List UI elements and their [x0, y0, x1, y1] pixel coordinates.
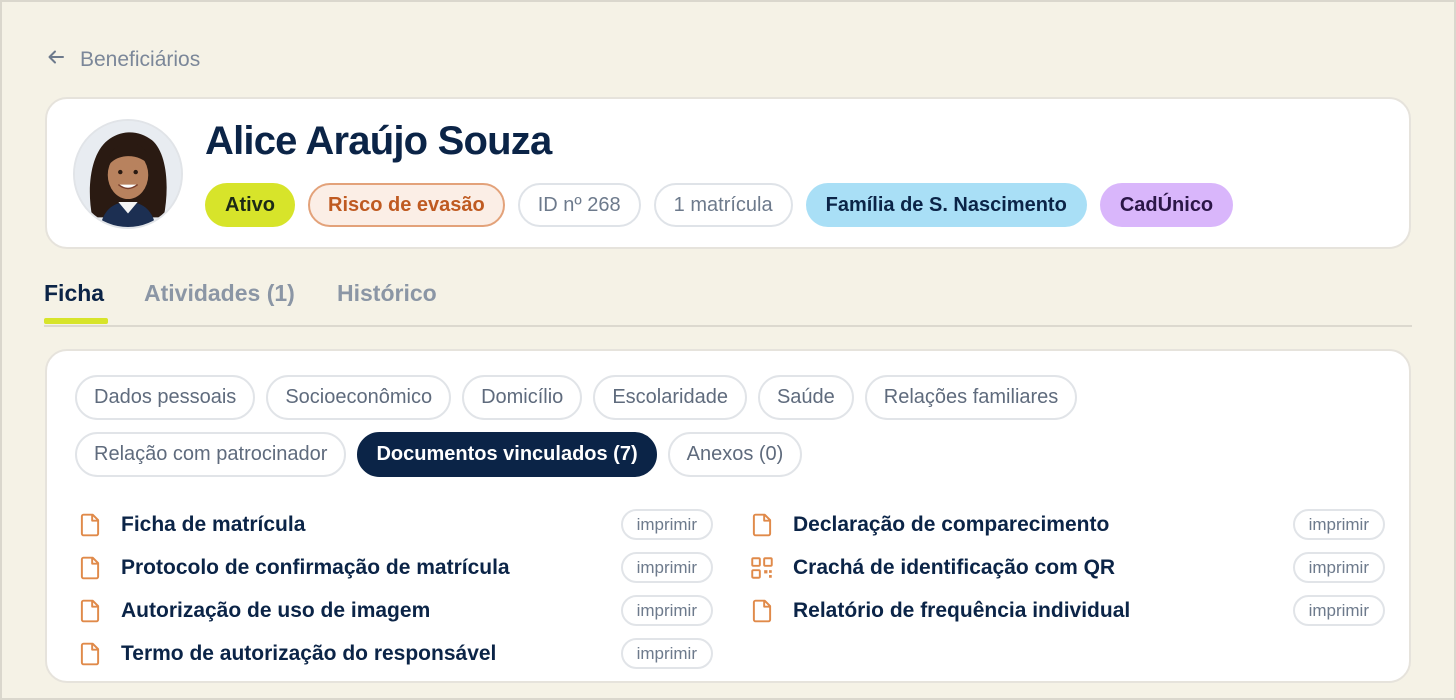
- qr-code-icon: [749, 555, 775, 581]
- document-icon: [749, 512, 775, 538]
- document-icon: [749, 598, 775, 624]
- document-title[interactable]: Ficha de matrícula: [121, 513, 305, 537]
- document-title[interactable]: Declaração de comparecimento: [793, 513, 1109, 537]
- document-row: Autorização de uso de imagem imprimir: [77, 589, 713, 632]
- print-button[interactable]: imprimir: [1292, 595, 1385, 626]
- back-link[interactable]: Beneficiários: [46, 46, 200, 74]
- document-icon: [77, 555, 103, 581]
- risk-badge: Risco de evasão: [308, 183, 505, 227]
- tab-atividades[interactable]: Atividades (1): [144, 280, 295, 307]
- document-icon: [77, 598, 103, 624]
- document-row: Relatório de frequência individual impri…: [749, 589, 1385, 632]
- active-tab-indicator: [44, 318, 108, 324]
- document-icon: [77, 641, 103, 667]
- print-button[interactable]: imprimir: [620, 509, 713, 540]
- family-badge[interactable]: Família de S. Nascimento: [805, 183, 1087, 227]
- section-tabs: Dados pessoais Socioeconômico Domicílio …: [75, 375, 1175, 477]
- print-button[interactable]: imprimir: [1292, 552, 1385, 583]
- document-title[interactable]: Relatório de frequência individual: [793, 599, 1130, 623]
- back-link-label: Beneficiários: [80, 48, 201, 71]
- id-badge: ID nº 268: [517, 183, 641, 227]
- document-title[interactable]: Crachá de identificação com QR: [793, 556, 1115, 580]
- beneficiary-name: Alice Araújo Souza: [205, 119, 552, 163]
- document-title[interactable]: Autorização de uso de imagem: [121, 599, 430, 623]
- subtab-relacao-patrocinador[interactable]: Relação com patrocinador: [75, 432, 347, 477]
- profile-card: Alice Araújo Souza Ativo Risco de evasão…: [45, 97, 1411, 249]
- avatar: [73, 119, 183, 229]
- ficha-panel: Dados pessoais Socioeconômico Domicílio …: [45, 349, 1411, 683]
- enrollment-count-badge: 1 matrícula: [653, 183, 793, 227]
- print-button[interactable]: imprimir: [620, 552, 713, 583]
- subtab-anexos[interactable]: Anexos (0): [667, 432, 803, 477]
- tab-ficha[interactable]: Ficha: [44, 280, 104, 307]
- tab-historico[interactable]: Histórico: [337, 280, 437, 307]
- document-icon: [77, 512, 103, 538]
- subtab-dados-pessoais[interactable]: Dados pessoais: [75, 375, 256, 420]
- profile-chips: Ativo Risco de evasão ID nº 268 1 matríc…: [205, 183, 1234, 227]
- document-row: Declaração de comparecimento imprimir: [749, 503, 1385, 546]
- subtab-relacoes-familiares[interactable]: Relações familiares: [864, 375, 1078, 420]
- document-row: Ficha de matrícula imprimir: [77, 503, 713, 546]
- document-title[interactable]: Termo de autorização do responsável: [121, 642, 496, 666]
- main-tabs: Ficha Atividades (1) Histórico: [44, 270, 1412, 327]
- documents-list-right: Declaração de comparecimento imprimir Cr…: [749, 503, 1385, 632]
- arrow-left-icon: [46, 47, 66, 73]
- subtab-saude[interactable]: Saúde: [757, 375, 854, 420]
- print-button[interactable]: imprimir: [620, 595, 713, 626]
- documents-list-left: Ficha de matrícula imprimir Protocolo de…: [77, 503, 713, 675]
- subtab-escolaridade[interactable]: Escolaridade: [593, 375, 747, 420]
- subtab-socioeconomico[interactable]: Socioeconômico: [266, 375, 452, 420]
- subtab-domicilio[interactable]: Domicílio: [462, 375, 583, 420]
- print-button[interactable]: imprimir: [620, 638, 713, 669]
- subtab-documentos-vinculados[interactable]: Documentos vinculados (7): [357, 432, 657, 477]
- program-badge: CadÚnico: [1099, 183, 1234, 227]
- document-row: Termo de autorização do responsável impr…: [77, 632, 713, 675]
- print-button[interactable]: imprimir: [1292, 509, 1385, 540]
- document-title[interactable]: Protocolo de confirmação de matrícula: [121, 556, 510, 580]
- document-row: Protocolo de confirmação de matrícula im…: [77, 546, 713, 589]
- document-row: Crachá de identificação com QR imprimir: [749, 546, 1385, 589]
- status-badge: Ativo: [205, 183, 295, 227]
